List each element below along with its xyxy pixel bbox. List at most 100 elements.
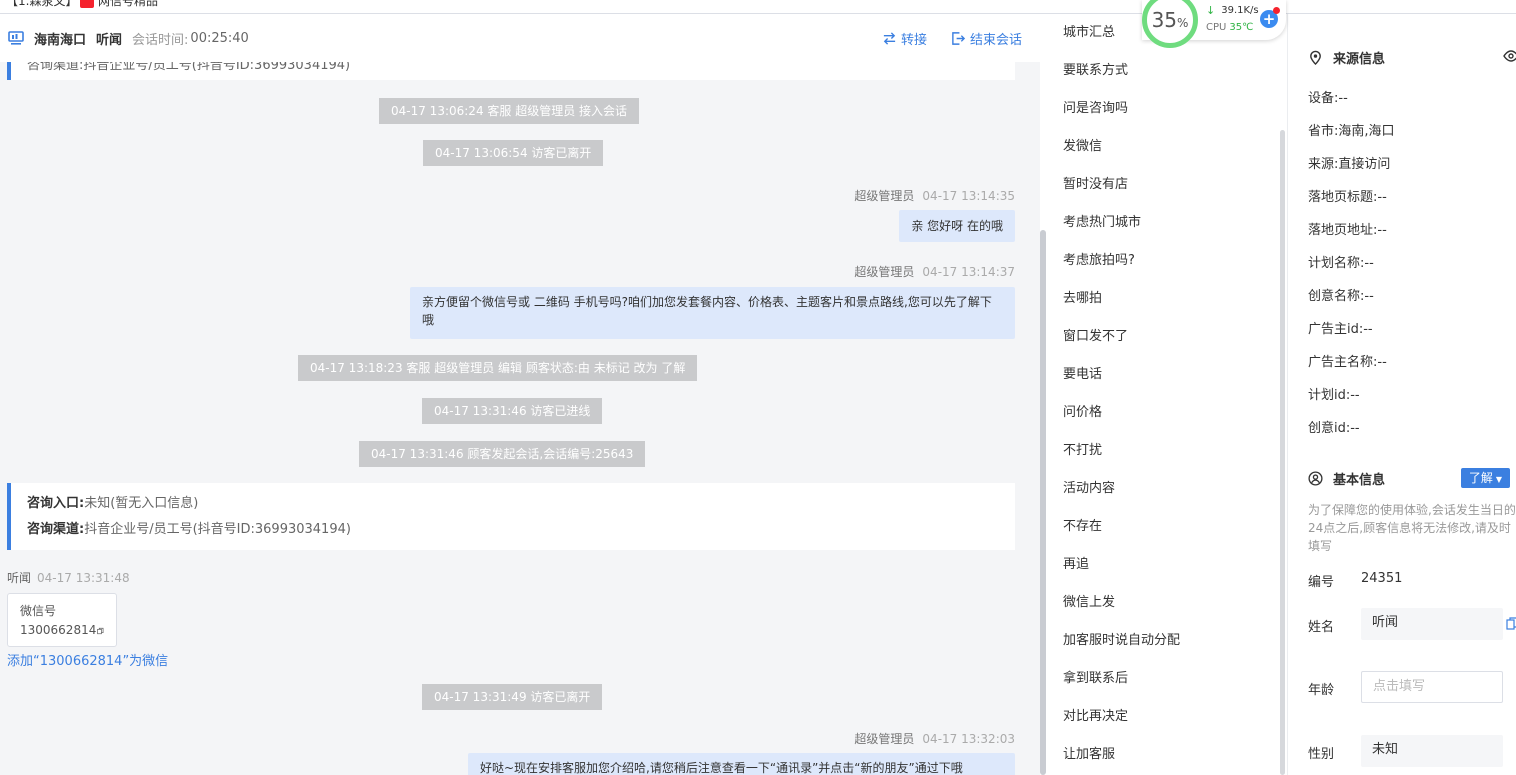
source-info-row: 计划id:-- (1308, 388, 1360, 403)
transfer-button[interactable]: 转接 (882, 29, 927, 48)
system-message: 04-17 13:18:23 客服 超级管理员 编辑 顾客状态:由 未标记 改为… (298, 355, 698, 381)
quick-reply-item[interactable]: 对比再决定 (1046, 698, 1280, 736)
visitor-name-label: 听闻 (7, 571, 32, 585)
browser-tab-1[interactable]: 【1.森泉文】 (6, 0, 77, 9)
chat-header: 海南海口 听闻 会话时间: 00:25:40 转接 结束会话 (0, 14, 1040, 62)
quick-reply-item[interactable]: 暂时没有店 (1046, 166, 1280, 204)
message-time: 04-17 13:31:48 (37, 571, 130, 585)
header-actions: 转接 结束会话 (858, 14, 1022, 62)
consult-info-card: 咨询入口:未知(暂无入口信息) 咨询渠道:抖音企业号/员工号(抖音号ID:369… (7, 483, 1015, 550)
download-arrow-icon: ↓ (1206, 4, 1216, 17)
tab-favicon-icon (80, 0, 94, 8)
cpu-temp-value: 35℃ (1229, 22, 1254, 33)
quick-reply-item[interactable]: 去哪拍 (1046, 280, 1280, 318)
consult-channel-label: 咨询渠道: (27, 522, 85, 537)
system-message: 04-17 13:06:54 访客已离开 (423, 140, 604, 166)
source-info-row: 广告主名称:-- (1308, 355, 1387, 370)
browser-tab-2[interactable]: 网信号精品 (80, 0, 158, 9)
agent-message-bubble: 亲方便留个微信号或 二维码 手机号吗?咱们加您发套餐内容、价格表、主题客片和景点… (410, 287, 1015, 339)
quick-reply-item[interactable]: 问是咨询吗 (1046, 90, 1280, 128)
consult-entry-row: 咨询入口:未知(暂无入口信息) (27, 491, 999, 517)
cpu-temperature: CPU 35℃ (1206, 22, 1253, 33)
memory-percent: 35 (1151, 8, 1178, 32)
gender-label: 性别 (1308, 747, 1335, 762)
quick-reply-item[interactable]: 考虑热门城市 (1046, 204, 1280, 242)
age-field[interactable]: 点击填写 (1361, 671, 1503, 703)
location-pin-icon (1310, 50, 1321, 65)
source-info-row: 省市:海南,海口 (1308, 124, 1395, 139)
agent-message-bubble: 亲 您好呀 在的哦 (899, 210, 1015, 242)
notification-dot (1273, 7, 1280, 14)
memory-percent-unit: % (1177, 16, 1189, 30)
performance-widget[interactable]: 35% ↓ 39.1K/s CPU 35℃ + (1142, 0, 1286, 48)
quick-reply-item[interactable]: 考虑旅拍吗? (1046, 242, 1280, 280)
agent-message-meta: 超级管理员 04-17 13:14:37 (854, 263, 1015, 280)
consult-channel-value: 抖音企业号/员工号(抖音号ID:36993034194) (84, 522, 351, 537)
edit-notice: 为了保障您的使用体验,会话发生当日的24点之后,顾客信息将无法修改,请及时填写 (1308, 503, 1516, 553)
quick-reply-item[interactable]: 要电话 (1046, 356, 1280, 394)
quick-reply-item[interactable]: 窗口发不了 (1046, 318, 1280, 356)
consult-entry-label: 咨询入口: (27, 496, 85, 511)
source-info-row: 落地页地址:-- (1308, 223, 1387, 238)
network-speed-value: 39.1K/s (1221, 5, 1259, 16)
quick-reply-scrollbar[interactable] (1280, 130, 1285, 775)
name-field[interactable]: 听闻 (1361, 608, 1503, 640)
gender-field[interactable]: 未知 (1361, 735, 1503, 767)
quick-reply-item[interactable]: 不存在 (1046, 508, 1280, 546)
source-info-row: 来源:直接访问 (1308, 157, 1391, 172)
visitor-name: 听闻 (96, 32, 123, 48)
name-label: 姓名 (1308, 620, 1335, 635)
consult-channel-row: 咨询渠道:抖音企业号/员工号(抖音号ID:36993034194) (27, 517, 999, 543)
copy-icon[interactable] (97, 625, 104, 637)
wechat-card[interactable]: 微信号 1300662814 (7, 593, 117, 647)
source-info-row: 计划名称:-- (1308, 256, 1374, 271)
quick-reply-item[interactable]: 活动内容 (1046, 470, 1280, 508)
source-info-row: 设备:-- (1308, 91, 1348, 106)
message-time: 04-17 13:14:37 (922, 265, 1015, 279)
user-circle-icon (1308, 471, 1323, 486)
quick-reply-item[interactable]: 加客服时说自动分配 (1046, 622, 1280, 660)
source-info-row: 广告主id:-- (1308, 322, 1373, 337)
message-time: 04-17 13:32:03 (922, 732, 1015, 746)
network-speed: ↓ 39.1K/s (1206, 4, 1259, 17)
message-time: 04-17 13:14:35 (922, 189, 1015, 203)
status-dropdown-button[interactable]: 了解 ▼ (1461, 468, 1510, 488)
quick-reply-item[interactable]: 要联系方式 (1046, 52, 1280, 90)
source-info-row: 创意id:-- (1308, 421, 1360, 436)
transfer-icon (883, 31, 896, 45)
visitor-location: 海南海口 (34, 32, 87, 48)
agent-name: 超级管理员 (854, 732, 915, 746)
eye-icon[interactable] (1503, 48, 1516, 64)
quick-reply-item[interactable]: 再追 (1046, 546, 1280, 584)
end-session-button[interactable]: 结束会话 (951, 29, 1022, 48)
source-info-title-text: 来源信息 (1333, 52, 1386, 67)
basic-info-title: 基本信息 (1308, 469, 1385, 488)
customer-info-panel: 来源信息 设备:-- 省市:海南,海口 来源:直接访问 落地页标题:-- 落地页地址:-… (1287, 14, 1516, 775)
age-label: 年龄 (1308, 683, 1335, 698)
id-label: 编号 (1308, 575, 1335, 590)
quick-reply-item[interactable]: 发微信 (1046, 128, 1280, 166)
quick-reply-item[interactable]: 不打扰 (1046, 432, 1280, 470)
browser-tab-strip: 【1.森泉文】 网信号精品 (0, 0, 1516, 14)
system-message: 04-17 13:31:49 访客已离开 (422, 684, 603, 710)
agent-message-meta: 超级管理员 04-17 13:32:03 (854, 730, 1015, 747)
cpu-label: CPU (1206, 22, 1227, 33)
agent-name: 超级管理员 (854, 265, 915, 279)
message-list[interactable]: 咨询渠道:抖音企业号/员工号(抖音号ID:36993034194) 04-17 … (0, 52, 1040, 775)
end-session-label: 结束会话 (969, 32, 1022, 48)
quick-reply-item[interactable]: 让加客服 (1046, 736, 1280, 774)
transfer-label: 转接 (900, 32, 927, 48)
quick-reply-panel: 城市汇总 要联系方式 问是咨询吗 发微信 暂时没有店 考虑热门城市 考虑旅拍吗? 去哪拍 窗口发… (1046, 14, 1280, 775)
quick-reply-item[interactable]: 微信上发 (1046, 584, 1280, 622)
agent-name: 超级管理员 (854, 189, 915, 203)
quick-reply-item[interactable]: 问价格 (1046, 394, 1280, 432)
system-message: 04-17 13:06:24 客服 超级管理员 接入会话 (379, 98, 640, 124)
session-duration: 00:25:40 (190, 30, 249, 46)
quick-reply-item[interactable]: 拿到联系后 (1046, 660, 1280, 698)
source-info-row: 落地页标题:-- (1308, 190, 1387, 205)
copy-icon[interactable] (1506, 617, 1516, 630)
add-wechat-link[interactable]: 添加“1300662814”为微信 (7, 650, 168, 669)
quick-reply-list: 城市汇总 要联系方式 问是咨询吗 发微信 暂时没有店 考虑热门城市 考虑旅拍吗? 去哪拍 窗口发… (1046, 14, 1280, 774)
basic-info-title-text: 基本信息 (1333, 473, 1386, 488)
visitor-message-meta: 听闻 04-17 13:31:48 (7, 569, 130, 586)
